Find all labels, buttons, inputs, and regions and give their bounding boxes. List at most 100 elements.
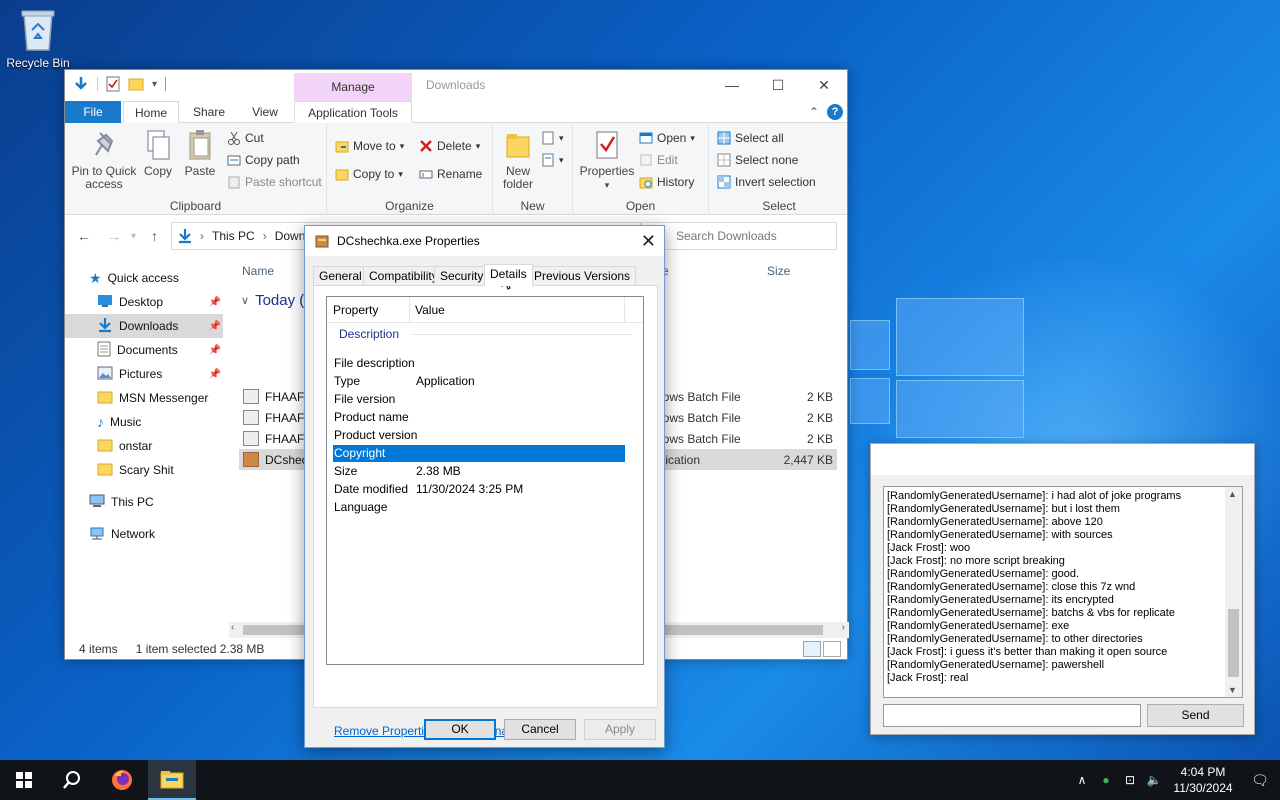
tab-share[interactable]: Share bbox=[181, 101, 237, 123]
properties-check-icon[interactable] bbox=[106, 76, 120, 92]
nav-item-onstar[interactable]: onstar bbox=[65, 434, 223, 458]
paste-button[interactable]: Paste bbox=[183, 129, 217, 178]
tab-details[interactable]: Details bbox=[484, 264, 533, 286]
clock[interactable]: 4:04 PM 11/30/2024 bbox=[1166, 764, 1240, 796]
file-explorer-taskbar-button[interactable] bbox=[148, 760, 196, 800]
minimize-button[interactable]: — bbox=[709, 70, 755, 100]
property-row[interactable]: Product name bbox=[333, 409, 625, 426]
collapse-ribbon-icon[interactable]: ⌃ bbox=[809, 105, 819, 119]
new-folder-button[interactable]: New folder bbox=[497, 129, 539, 191]
up-arrow-icon[interactable]: ↑ bbox=[151, 228, 158, 244]
breadcrumb-downloads[interactable]: Down bbox=[275, 229, 306, 243]
new-item-button[interactable]: ▾ bbox=[541, 131, 564, 145]
select-all-button[interactable]: Select all bbox=[717, 131, 784, 145]
new-folder-icon[interactable] bbox=[128, 77, 144, 91]
chat-log[interactable]: [RandomlyGeneratedUsername]: i had alot … bbox=[883, 486, 1243, 698]
paste-shortcut-button[interactable]: Paste shortcut bbox=[227, 175, 322, 189]
chat-window: [RandomlyGeneratedUsername]: i had alot … bbox=[870, 443, 1255, 735]
large-icons-view-icon[interactable] bbox=[823, 641, 841, 657]
manage-contextual-tab[interactable]: Manage bbox=[294, 73, 412, 101]
easy-access-button[interactable]: ▾ bbox=[541, 153, 564, 167]
download-arrow-icon[interactable] bbox=[73, 76, 89, 92]
nav-item-desktop[interactable]: Desktop 📌 bbox=[65, 290, 223, 314]
help-icon[interactable]: ? bbox=[827, 104, 843, 120]
invert-selection-button[interactable]: Invert selection bbox=[717, 175, 816, 189]
nav-quick-access[interactable]: ★ Quick access bbox=[65, 266, 223, 290]
volume-icon[interactable]: 🔈 bbox=[1142, 773, 1166, 787]
send-button[interactable]: Send bbox=[1147, 704, 1244, 727]
notification-center-icon[interactable]: 🗨 bbox=[1240, 772, 1280, 789]
pin-quick-access-button[interactable]: Pin to Quick access bbox=[71, 129, 137, 191]
scroll-down-icon[interactable]: ▼ bbox=[1228, 685, 1237, 695]
property-row[interactable]: Product version bbox=[333, 427, 625, 444]
rename-button[interactable]: Rename bbox=[419, 167, 482, 181]
cancel-button[interactable]: Cancel bbox=[504, 719, 576, 740]
property-row[interactable]: Type Application bbox=[333, 373, 625, 390]
property-row[interactable]: Size 2.38 MB bbox=[333, 463, 625, 480]
column-header-property[interactable]: Property bbox=[333, 303, 378, 317]
scroll-left-icon[interactable]: ‹ bbox=[231, 622, 234, 633]
vertical-scrollbar[interactable]: ▲ ▼ bbox=[1225, 487, 1242, 697]
copy-button[interactable]: Copy bbox=[141, 129, 175, 178]
property-row-selected[interactable]: Copyright bbox=[333, 445, 625, 462]
column-header-size[interactable]: Size bbox=[767, 264, 790, 278]
tab-security[interactable]: Security bbox=[434, 266, 490, 286]
property-row[interactable]: Date modified 11/30/2024 3:25 PM bbox=[333, 481, 625, 498]
nav-network[interactable]: Network bbox=[65, 522, 223, 546]
ok-button[interactable]: OK bbox=[424, 719, 496, 740]
scrollbar-thumb[interactable] bbox=[1228, 609, 1239, 677]
back-arrow-icon[interactable]: ← bbox=[77, 228, 91, 244]
nav-item-pictures[interactable]: Pictures 📌 bbox=[65, 362, 223, 386]
forward-arrow-icon[interactable]: → bbox=[107, 228, 121, 244]
history-button[interactable]: History bbox=[639, 175, 694, 189]
nav-item-downloads[interactable]: Downloads 📌 bbox=[65, 314, 223, 338]
column-header-name[interactable]: Name bbox=[242, 264, 274, 278]
copy-path-button[interactable]: Copy path bbox=[227, 153, 300, 167]
edit-button[interactable]: Edit bbox=[639, 153, 678, 167]
start-button[interactable] bbox=[0, 760, 48, 800]
delete-button[interactable]: Delete ▾ bbox=[419, 139, 480, 153]
column-header-value[interactable]: Value bbox=[415, 303, 445, 317]
properties-button[interactable]: Properties ▾ bbox=[577, 129, 637, 192]
network-icon[interactable]: ⊡ bbox=[1118, 773, 1142, 787]
scroll-right-icon[interactable]: › bbox=[842, 622, 845, 633]
copy-to-button[interactable]: Copy to ▾ bbox=[335, 167, 403, 181]
breadcrumb-this-pc[interactable]: This PC bbox=[212, 229, 255, 243]
qat-dropdown-icon[interactable]: ▾ bbox=[152, 79, 157, 90]
user-status-icon[interactable]: ● bbox=[1094, 773, 1118, 787]
nav-this-pc[interactable]: This PC bbox=[65, 490, 223, 514]
tab-home[interactable]: Home bbox=[123, 101, 179, 123]
details-property-list[interactable]: Property Value Description File descript… bbox=[326, 296, 644, 665]
tab-compatibility[interactable]: Compatibility bbox=[363, 266, 444, 286]
nav-item-msn-messenger[interactable]: MSN Messenger bbox=[65, 386, 223, 410]
nav-item-documents[interactable]: Documents 📌 bbox=[65, 338, 223, 362]
nav-item-music[interactable]: ♪ Music bbox=[65, 410, 223, 434]
tab-view[interactable]: View bbox=[237, 101, 293, 123]
close-button[interactable]: ✕ bbox=[801, 70, 847, 100]
scroll-up-icon[interactable]: ▲ bbox=[1228, 489, 1237, 499]
property-row[interactable]: File version bbox=[333, 391, 625, 408]
recycle-bin[interactable]: Recycle Bin bbox=[4, 8, 72, 70]
search-button[interactable] bbox=[48, 760, 96, 800]
property-row[interactable]: Language bbox=[333, 499, 625, 516]
search-input[interactable]: Search Downloads bbox=[641, 222, 837, 250]
tab-general[interactable]: General bbox=[313, 266, 368, 286]
recent-locations-icon[interactable]: ▾ bbox=[131, 231, 136, 242]
firefox-taskbar-button[interactable] bbox=[98, 760, 146, 800]
tab-file[interactable]: File bbox=[65, 101, 121, 123]
close-icon[interactable]: ✕ bbox=[641, 231, 656, 252]
move-to-button[interactable]: Move to ▾ bbox=[335, 139, 404, 153]
maximize-button[interactable]: ☐ bbox=[755, 70, 801, 100]
show-hidden-icons-chevron-up-icon[interactable]: ∧ bbox=[1070, 773, 1094, 787]
select-none-button[interactable]: Select none bbox=[717, 153, 798, 167]
chat-message-input[interactable] bbox=[883, 704, 1141, 727]
open-button[interactable]: Open ▾ bbox=[639, 131, 695, 145]
property-row[interactable]: File description bbox=[333, 355, 625, 372]
group-header-today[interactable]: ∨ Today (4 bbox=[241, 292, 313, 309]
tab-previous-versions[interactable]: Previous Versions bbox=[528, 266, 637, 286]
tab-application-tools[interactable]: Application Tools bbox=[294, 101, 412, 123]
details-view-icon[interactable] bbox=[803, 641, 821, 657]
cut-button[interactable]: Cut bbox=[227, 131, 264, 145]
nav-item-scary-shit[interactable]: Scary Shit bbox=[65, 458, 223, 482]
apply-button[interactable]: Apply bbox=[584, 719, 656, 740]
